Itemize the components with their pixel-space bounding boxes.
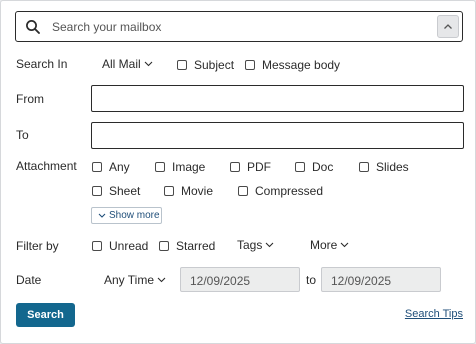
checkbox-box[interactable] xyxy=(177,60,187,70)
show-more-button[interactable]: Show more xyxy=(91,207,162,224)
unread-checkbox[interactable]: Unread xyxy=(92,239,148,253)
start-date-field[interactable]: 12/09/2025 xyxy=(180,267,300,292)
attachment-compressed-checkbox[interactable]: Compressed xyxy=(238,184,323,198)
tags-label: Tags xyxy=(237,238,263,252)
checkbox-box[interactable] xyxy=(92,241,102,251)
checkbox-box[interactable] xyxy=(159,241,169,251)
checkbox-box[interactable] xyxy=(359,162,369,172)
chevron-down-icon xyxy=(144,61,153,67)
date-range-value: Any Time xyxy=(104,273,155,287)
search-input[interactable] xyxy=(52,17,432,37)
checkbox-box[interactable] xyxy=(155,162,165,172)
search-scope-dropdown[interactable]: All Mail xyxy=(102,57,153,71)
message-body-label: Message body xyxy=(262,58,341,72)
checkbox-box[interactable] xyxy=(230,162,240,172)
chevron-down-icon xyxy=(265,242,274,248)
chevron-up-icon xyxy=(444,24,452,29)
chevron-down-icon xyxy=(157,277,166,283)
checkbox-box[interactable] xyxy=(295,162,305,172)
attachment-any-label: Any xyxy=(109,160,130,174)
date-to-label: to xyxy=(306,273,317,287)
checkbox-box[interactable] xyxy=(92,186,102,196)
attachment-label: Attachment xyxy=(16,159,77,173)
show-more-label: Show more xyxy=(109,210,160,221)
attachment-image-checkbox[interactable]: Image xyxy=(155,160,205,174)
to-label: To xyxy=(16,128,29,142)
attachment-movie-checkbox[interactable]: Movie xyxy=(164,184,213,198)
end-date-field[interactable]: 12/09/2025 xyxy=(321,267,441,292)
collapse-button[interactable] xyxy=(437,15,459,38)
from-field[interactable] xyxy=(91,85,464,112)
more-dropdown[interactable]: More xyxy=(310,238,349,252)
message-body-checkbox[interactable]: Message body xyxy=(245,58,340,72)
attachment-sheet-checkbox[interactable]: Sheet xyxy=(92,184,140,198)
search-tips-link[interactable]: Search Tips xyxy=(405,308,463,320)
search-bar[interactable] xyxy=(15,11,463,42)
subject-checkbox[interactable]: Subject xyxy=(177,58,234,72)
subject-label: Subject xyxy=(194,58,235,72)
attachment-image-label: Image xyxy=(172,160,206,174)
checkbox-box[interactable] xyxy=(164,186,174,196)
chevron-down-icon xyxy=(340,242,349,248)
search-button[interactable]: Search xyxy=(16,303,75,327)
attachment-compressed-label: Compressed xyxy=(255,184,324,198)
attachment-doc-checkbox[interactable]: Doc xyxy=(295,160,333,174)
unread-label: Unread xyxy=(109,239,149,253)
date-range-dropdown[interactable]: Any Time xyxy=(104,273,166,287)
tags-dropdown[interactable]: Tags xyxy=(237,238,274,252)
attachment-slides-checkbox[interactable]: Slides xyxy=(359,160,409,174)
attachment-doc-label: Doc xyxy=(312,160,334,174)
to-field[interactable] xyxy=(91,122,464,149)
search-scope-value: All Mail xyxy=(102,57,141,71)
date-label: Date xyxy=(16,273,42,287)
filter-by-label: Filter by xyxy=(16,239,59,253)
checkbox-box[interactable] xyxy=(238,186,248,196)
attachment-pdf-label: PDF xyxy=(247,160,271,174)
attachment-movie-label: Movie xyxy=(181,184,214,198)
search-in-label: Search In xyxy=(16,57,68,71)
starred-label: Starred xyxy=(176,239,216,253)
from-label: From xyxy=(16,92,44,106)
attachment-any-checkbox[interactable]: Any xyxy=(92,160,130,174)
checkbox-box[interactable] xyxy=(245,60,255,70)
starred-checkbox[interactable]: Starred xyxy=(159,239,215,253)
attachment-sheet-label: Sheet xyxy=(109,184,141,198)
attachment-pdf-checkbox[interactable]: PDF xyxy=(230,160,271,174)
advanced-search-panel: Search In All Mail Subject Message body … xyxy=(0,0,476,344)
attachment-slides-label: Slides xyxy=(376,160,409,174)
more-label: More xyxy=(310,238,338,252)
chevron-down-icon xyxy=(98,213,106,218)
checkbox-box[interactable] xyxy=(92,162,102,172)
search-icon xyxy=(26,20,40,34)
